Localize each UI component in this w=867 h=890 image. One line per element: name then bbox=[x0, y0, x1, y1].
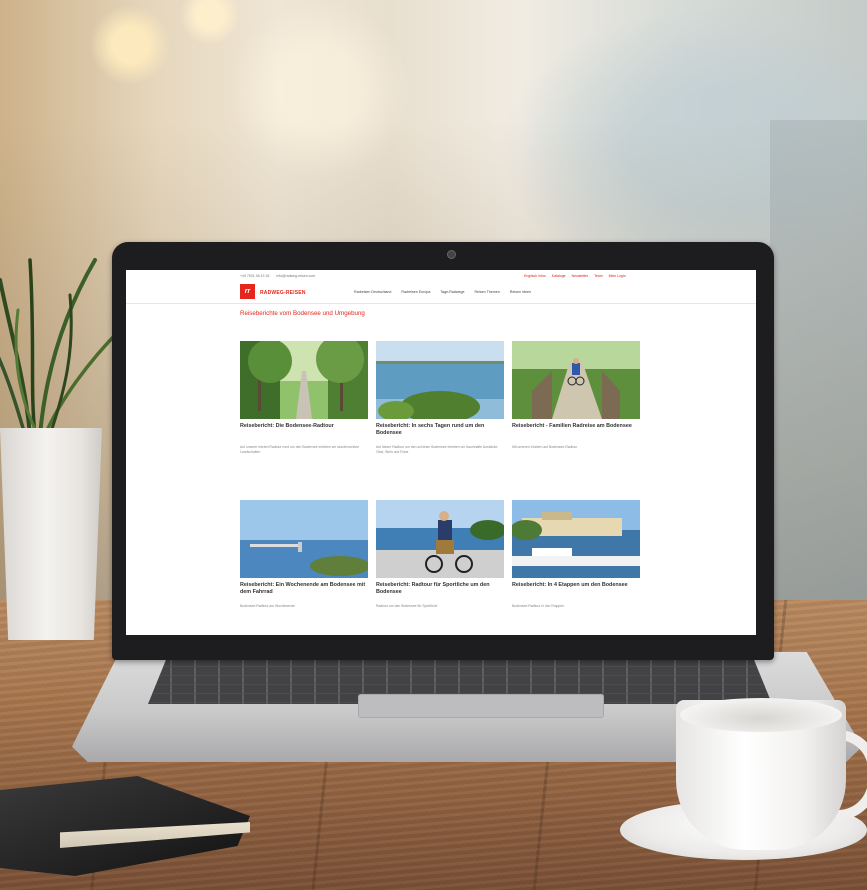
card-image-lake bbox=[376, 341, 504, 419]
card-title[interactable]: Reisebericht - Familien Radreise am Bode… bbox=[512, 423, 640, 430]
topbar-links: Englisch Infos Kataloge Newsletter Team … bbox=[524, 274, 631, 278]
webcam bbox=[447, 250, 456, 259]
card-text: Auf unserer letzten Radtour rund um den … bbox=[240, 445, 360, 454]
card-title[interactable]: Reisebericht: Ein Wochenende am Bodensee… bbox=[240, 582, 368, 596]
page-title: Reiseberichte vom Bodensee und Umgebung bbox=[240, 310, 365, 317]
card-image-bridge-cyclist bbox=[512, 341, 640, 419]
main-nav: Radreisen Deutschland Radreisen Europa T… bbox=[354, 290, 540, 294]
card-image-pier bbox=[240, 500, 368, 578]
site-logo-icon[interactable]: rr bbox=[240, 284, 255, 299]
site-logo-text[interactable]: RADWEG-REISEN bbox=[260, 290, 306, 296]
site-navbar: rr RADWEG-REISEN Radreisen Deutschland R… bbox=[126, 281, 756, 304]
card-title[interactable]: Reisebericht: In sechs Tagen rund um den… bbox=[376, 423, 504, 437]
card-image-harbour-town bbox=[512, 500, 640, 578]
nav-item[interactable]: Radreisen Europa bbox=[401, 290, 430, 294]
nav-item[interactable]: Tage-Radwege bbox=[440, 290, 464, 294]
photo-scene: +49 7531 36 43 18 info@radweg-reisen.com… bbox=[0, 0, 867, 890]
site-topbar: +49 7531 36 43 18 info@radweg-reisen.com… bbox=[126, 270, 756, 280]
email-text[interactable]: info@radweg-reisen.com bbox=[276, 274, 315, 278]
nav-item[interactable]: Reisen Ideen bbox=[510, 290, 531, 294]
nav-item[interactable]: Radreisen Deutschland bbox=[354, 290, 391, 294]
card-text: Mit unseren Kindern auf Bodensee-Radtour bbox=[512, 445, 578, 449]
topbar-link[interactable]: Mein Login bbox=[609, 274, 626, 278]
card-text: Bodensee-Radtour in vier Etappen bbox=[512, 604, 565, 608]
cup-rim bbox=[680, 698, 842, 732]
background-window bbox=[770, 120, 867, 600]
plant-pot bbox=[0, 428, 102, 640]
laptop-trackpad bbox=[358, 694, 604, 718]
card-title[interactable]: Reisebericht: Radtour für Sportliche um … bbox=[376, 582, 504, 596]
topbar-link[interactable]: Team bbox=[594, 274, 603, 278]
nav-item[interactable]: Reisen Themen bbox=[474, 290, 499, 294]
card-text: Bodensee-Radtour am Wochenende bbox=[240, 604, 295, 608]
topbar-link[interactable]: Kataloge bbox=[552, 274, 566, 278]
card-title[interactable]: Reisebericht: Die Bodensee-Radtour bbox=[240, 423, 368, 430]
topbar-link[interactable]: Englisch Infos bbox=[524, 274, 546, 278]
topbar-link[interactable]: Newsletter bbox=[572, 274, 589, 278]
card-image-sport-cyclist bbox=[376, 500, 504, 578]
card-title[interactable]: Reisebericht: In 4 Etappen um den Bodens… bbox=[512, 582, 640, 589]
laptop-screen: +49 7531 36 43 18 info@radweg-reisen.com… bbox=[126, 270, 756, 635]
card-text: Auf dieser Radtour um den schönen Bodens… bbox=[376, 445, 499, 454]
card-image-tree-path bbox=[240, 341, 368, 419]
topbar-contact: +49 7531 36 43 18 info@radweg-reisen.com bbox=[240, 274, 321, 278]
card-text: Radtour um den Bodensee für Sportliche bbox=[376, 604, 438, 608]
phone-text[interactable]: +49 7531 36 43 18 bbox=[240, 274, 269, 278]
